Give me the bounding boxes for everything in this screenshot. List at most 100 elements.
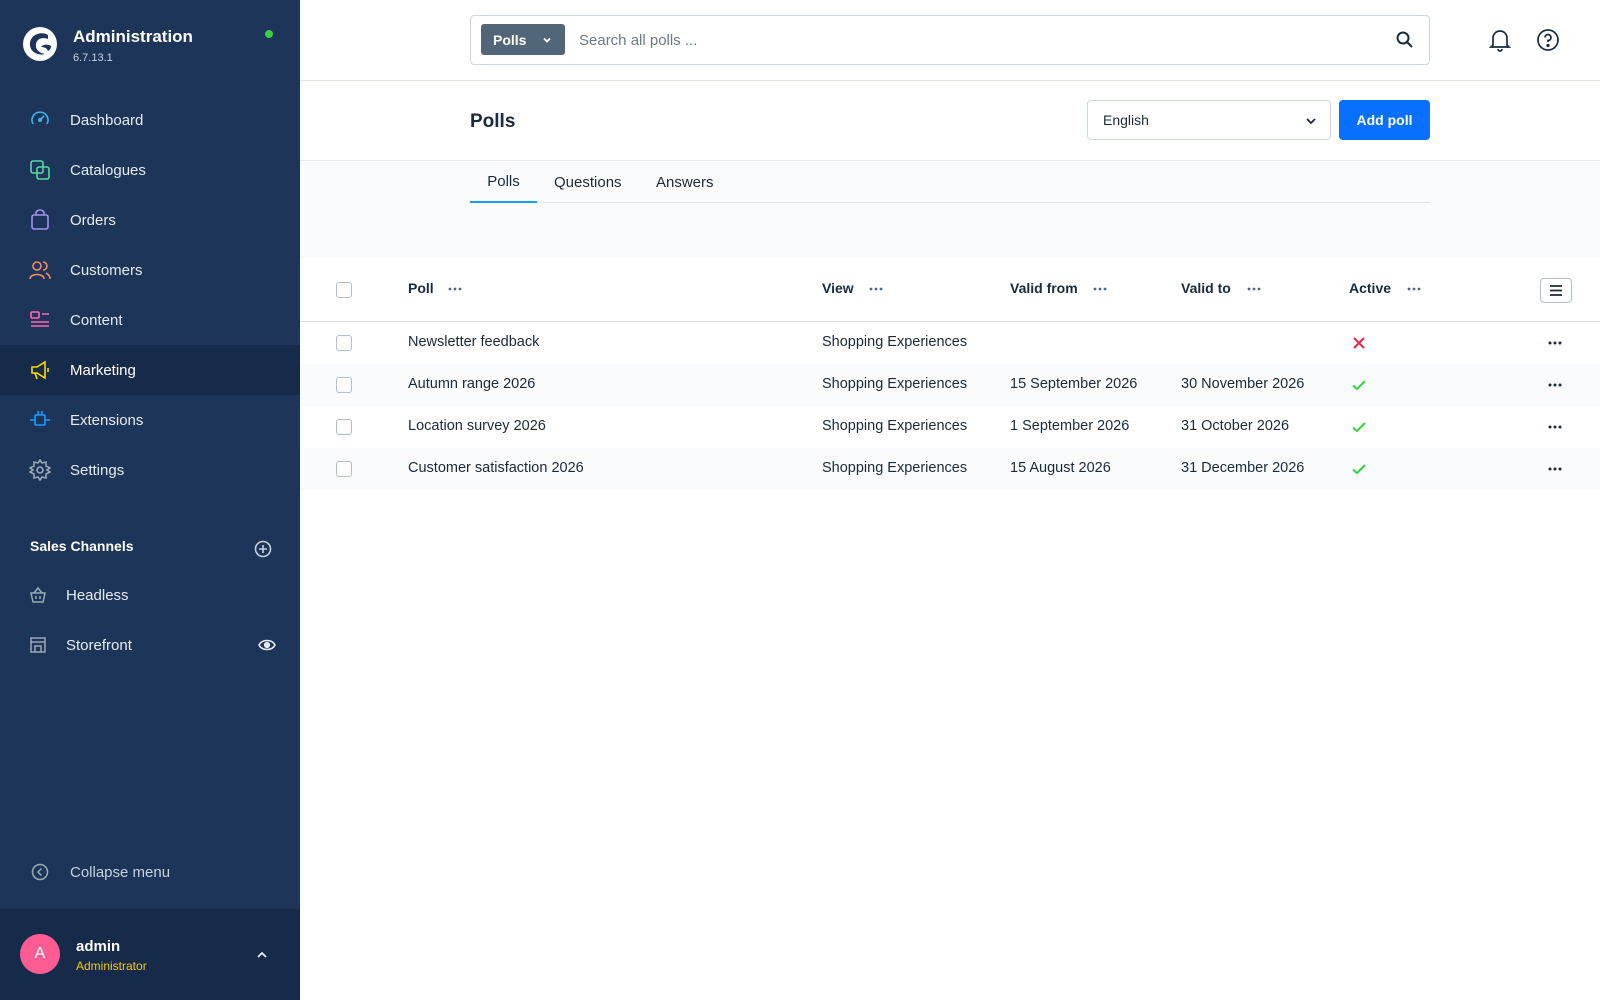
sidebar-item-label: Customers	[70, 261, 143, 279]
table-row[interactable]: Location survey 2026 Shopping Experience…	[300, 406, 1600, 448]
sidebar-item-dashboard[interactable]: Dashboard	[0, 95, 300, 145]
poll-valid-from: 1 September 2026	[1010, 418, 1130, 434]
poll-valid-to: 31 December 2026	[1181, 460, 1305, 476]
grid-settings-button[interactable]	[1540, 278, 1572, 303]
list-icon	[1550, 285, 1562, 296]
collapse-icon	[30, 862, 50, 882]
shopware-logo-icon[interactable]	[22, 26, 58, 62]
sales-channels-header: Sales Channels	[30, 538, 272, 560]
sidebar-item-content[interactable]: Content	[0, 295, 300, 345]
column-header-active[interactable]: Active	[1349, 280, 1391, 296]
eye-icon[interactable]	[258, 637, 276, 653]
main-nav: Dashboard Catalogues Orders Customers Co…	[0, 95, 300, 495]
top-bar: Polls	[300, 0, 1600, 81]
sidebar-item-marketing[interactable]: Marketing	[0, 345, 300, 395]
chevron-up-icon[interactable]	[254, 947, 270, 963]
column-header-valid-from[interactable]: Valid from	[1010, 280, 1078, 296]
inactive-x-icon	[1353, 337, 1365, 349]
column-header-view[interactable]: View	[822, 280, 854, 296]
user-role: Administrator	[76, 959, 147, 973]
column-options-icon[interactable]	[867, 280, 885, 298]
poll-valid-to: 30 November 2026	[1181, 376, 1305, 392]
poll-valid-from: 15 August 2026	[1010, 460, 1111, 476]
search-icon[interactable]	[1395, 30, 1415, 50]
catalogues-icon	[28, 158, 52, 182]
avatar: A	[20, 934, 60, 974]
column-options-icon[interactable]	[446, 280, 464, 298]
settings-icon	[28, 458, 52, 482]
sales-channel-storefront[interactable]: Storefront	[28, 631, 278, 659]
chevron-down-icon	[543, 37, 551, 43]
add-sales-channel-icon[interactable]	[254, 540, 272, 558]
collapse-menu-label: Collapse menu	[70, 863, 171, 881]
sales-channel-headless[interactable]: Headless	[28, 581, 278, 609]
sales-channels-title: Sales Channels	[30, 538, 134, 554]
poll-valid-to: 31 October 2026	[1181, 418, 1290, 434]
app-title: Administration	[73, 27, 193, 46]
row-actions-icon[interactable]	[1546, 376, 1564, 394]
sidebar-item-label: Catalogues	[70, 161, 146, 179]
poll-valid-from: 15 September 2026	[1010, 376, 1138, 392]
content-icon	[28, 308, 52, 332]
table-row[interactable]: Newsletter feedback Shopping Experiences	[300, 322, 1600, 364]
poll-name[interactable]: Customer satisfaction 2026	[408, 460, 584, 476]
notifications-bell-icon[interactable]	[1488, 27, 1512, 53]
tabs: Polls Questions Answers	[470, 162, 1430, 203]
table-row[interactable]: Autumn range 2026 Shopping Experiences 1…	[300, 364, 1600, 406]
table-header: Poll View Valid from Valid to Active	[300, 258, 1600, 322]
column-options-icon[interactable]	[1091, 280, 1109, 298]
language-select[interactable]: English	[1087, 100, 1331, 140]
row-actions-icon[interactable]	[1546, 334, 1564, 352]
customers-icon	[28, 258, 52, 282]
poll-view: Shopping Experiences	[822, 418, 968, 434]
sidebar: Administration 6.7.13.1 Dashboard Catalo…	[0, 0, 300, 1000]
search-input[interactable]	[579, 26, 1359, 54]
row-checkbox[interactable]	[336, 335, 352, 351]
sidebar-item-label: Content	[70, 311, 123, 329]
sidebar-item-catalogues[interactable]: Catalogues	[0, 145, 300, 195]
orders-icon	[28, 208, 52, 232]
column-options-icon[interactable]	[1245, 280, 1263, 298]
sidebar-item-orders[interactable]: Orders	[0, 195, 300, 245]
app-version: 6.7.13.1	[73, 52, 113, 64]
online-status-icon	[265, 30, 273, 38]
help-icon[interactable]	[1536, 28, 1560, 52]
row-checkbox[interactable]	[336, 377, 352, 393]
row-checkbox[interactable]	[336, 419, 352, 435]
basket-icon	[28, 585, 48, 605]
sidebar-item-settings[interactable]: Settings	[0, 445, 300, 495]
global-search: Polls	[470, 15, 1430, 65]
column-header-valid-to[interactable]: Valid to	[1181, 280, 1231, 296]
row-checkbox[interactable]	[336, 461, 352, 477]
row-actions-icon[interactable]	[1546, 418, 1564, 436]
sidebar-item-label: Settings	[70, 461, 125, 479]
tab-questions[interactable]: Questions	[554, 162, 622, 203]
table-row[interactable]: Customer satisfaction 2026 Shopping Expe…	[300, 448, 1600, 490]
sales-channel-label: Headless	[66, 586, 129, 604]
active-check-icon	[1352, 422, 1366, 433]
add-poll-button[interactable]: Add poll	[1339, 100, 1430, 140]
row-actions-icon[interactable]	[1546, 460, 1564, 478]
tab-answers[interactable]: Answers	[656, 162, 714, 203]
poll-view: Shopping Experiences	[822, 376, 968, 392]
sidebar-item-label: Dashboard	[70, 111, 144, 129]
language-select-value: English	[1103, 112, 1149, 128]
page-header: Polls English Add poll	[300, 81, 1600, 161]
poll-name[interactable]: Autumn range 2026	[408, 376, 535, 392]
user-menu[interactable]: A admin Administrator	[0, 909, 300, 1000]
marketing-icon	[28, 358, 52, 382]
poll-name[interactable]: Location survey 2026	[408, 418, 546, 434]
active-check-icon	[1352, 464, 1366, 475]
collapse-menu-button[interactable]: Collapse menu	[30, 862, 170, 882]
polls-table: Poll View Valid from Valid to Active New…	[300, 258, 1600, 490]
poll-name[interactable]: Newsletter feedback	[408, 334, 539, 350]
sidebar-item-label: Orders	[70, 211, 116, 229]
tab-polls[interactable]: Polls	[470, 162, 537, 203]
column-options-icon[interactable]	[1405, 280, 1423, 298]
search-type-dropdown[interactable]: Polls	[481, 24, 565, 55]
select-all-checkbox[interactable]	[336, 282, 352, 298]
sidebar-item-customers[interactable]: Customers	[0, 245, 300, 295]
column-header-poll[interactable]: Poll	[408, 280, 434, 296]
sidebar-item-label: Extensions	[70, 411, 144, 429]
sidebar-item-extensions[interactable]: Extensions	[0, 395, 300, 445]
